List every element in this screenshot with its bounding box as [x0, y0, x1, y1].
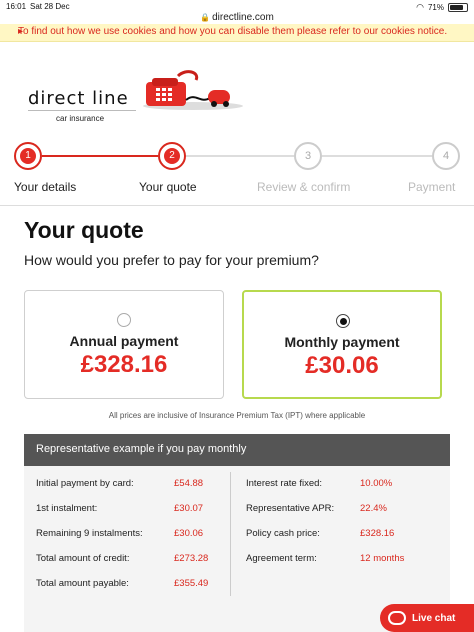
logo-subtitle: car insurance [56, 114, 105, 123]
rep-label: Agreement term: [246, 553, 317, 564]
column-separator [230, 472, 231, 596]
annual-payment-radio[interactable] [117, 313, 131, 327]
rep-value: 22.4% [360, 503, 387, 514]
logo-rule [28, 110, 136, 111]
chat-bubble-icon [388, 611, 406, 625]
page-title: Your quote [24, 217, 144, 243]
step-connector-1 [42, 155, 158, 157]
payment-question: How would you prefer to pay for your pre… [24, 252, 319, 268]
rep-label: 1st instalment: [36, 503, 98, 514]
step-4-number: 4 [442, 150, 450, 162]
rep-value: 10.00% [360, 478, 393, 489]
rep-value: £355.49 [174, 578, 209, 589]
annual-payment-price: £328.16 [80, 351, 168, 378]
step-4-label: Payment [408, 180, 456, 194]
step-connector-3 [322, 155, 432, 157]
step-2-number: 2 [164, 148, 180, 164]
wifi-icon: ◠ [416, 2, 424, 12]
live-chat-label: Live chat [412, 612, 456, 624]
monthly-payment-option[interactable]: Monthly payment £30.06 [242, 290, 442, 399]
ipt-note: All prices are inclusive of Insurance Pr… [108, 411, 366, 420]
rep-label: Remaining 9 instalments: [36, 528, 143, 539]
monthly-payment-title: Monthly payment [284, 334, 400, 350]
rep-label: Total amount of credit: [36, 553, 130, 564]
battery-icon [448, 3, 468, 12]
lock-icon: 🔒 [200, 13, 211, 22]
representative-heading-text: Representative example if you pay monthl… [36, 443, 247, 455]
rep-value: £30.07 [174, 503, 204, 514]
step-3-number: 3 [304, 150, 312, 162]
url-text: directline.com [212, 12, 274, 23]
step-2-label: Your quote [139, 180, 197, 194]
address-bar[interactable]: 🔒 directline.com [0, 12, 474, 23]
logo-brand: direct line [28, 88, 129, 109]
annual-payment-title: Annual payment [69, 333, 179, 349]
monthly-payment-radio[interactable] [336, 314, 350, 328]
step-1-circle[interactable]: 1 [14, 142, 42, 170]
divider [0, 205, 474, 206]
red-phone-icon [143, 70, 243, 110]
rep-label: Representative APR: [246, 503, 335, 514]
representative-example-heading: Representative example if you pay monthl… [24, 434, 450, 466]
step-2-circle: 2 [158, 142, 186, 170]
step-3-circle: 3 [294, 142, 322, 170]
direct-line-logo[interactable]: direct line car insurance [28, 70, 243, 127]
radio-selected-dot [340, 318, 347, 325]
step-3-label: Review & confirm [257, 180, 351, 194]
rep-value: £54.88 [174, 478, 204, 489]
annual-payment-option[interactable]: Annual payment £328.16 [24, 290, 224, 399]
cookie-notice-arrow-icon: ▸ [18, 26, 24, 37]
monthly-payment-price: £30.06 [305, 352, 379, 379]
status-bar: 16:01 Sat 28 Dec 🔒 directline.com ◠ 71% [0, 0, 474, 23]
rep-value: 12 months [360, 553, 405, 564]
battery-percent: 71% [427, 3, 444, 12]
rep-value: £273.28 [174, 553, 209, 564]
rep-value: £30.06 [174, 528, 204, 539]
cookie-notice[interactable]: To find out how we use cookies and how y… [0, 24, 474, 42]
step-1-label[interactable]: Your details [14, 180, 76, 194]
status-time: 16:01 [6, 2, 27, 11]
rep-label: Total amount payable: [36, 578, 129, 589]
step-connector-2 [186, 155, 294, 157]
step-1-number: 1 [20, 148, 36, 164]
step-4-circle: 4 [432, 142, 460, 170]
status-date: Sat 28 Dec [30, 2, 70, 11]
rep-label: Policy cash price: [246, 528, 320, 539]
live-chat-button[interactable]: Live chat [380, 604, 474, 632]
rep-value: £328.16 [360, 528, 395, 539]
rep-label: Interest rate fixed: [246, 478, 323, 489]
rep-label: Initial payment by card: [36, 478, 134, 489]
progress-stepper: 1 2 3 4 Your details Your quote Review &… [0, 138, 474, 198]
